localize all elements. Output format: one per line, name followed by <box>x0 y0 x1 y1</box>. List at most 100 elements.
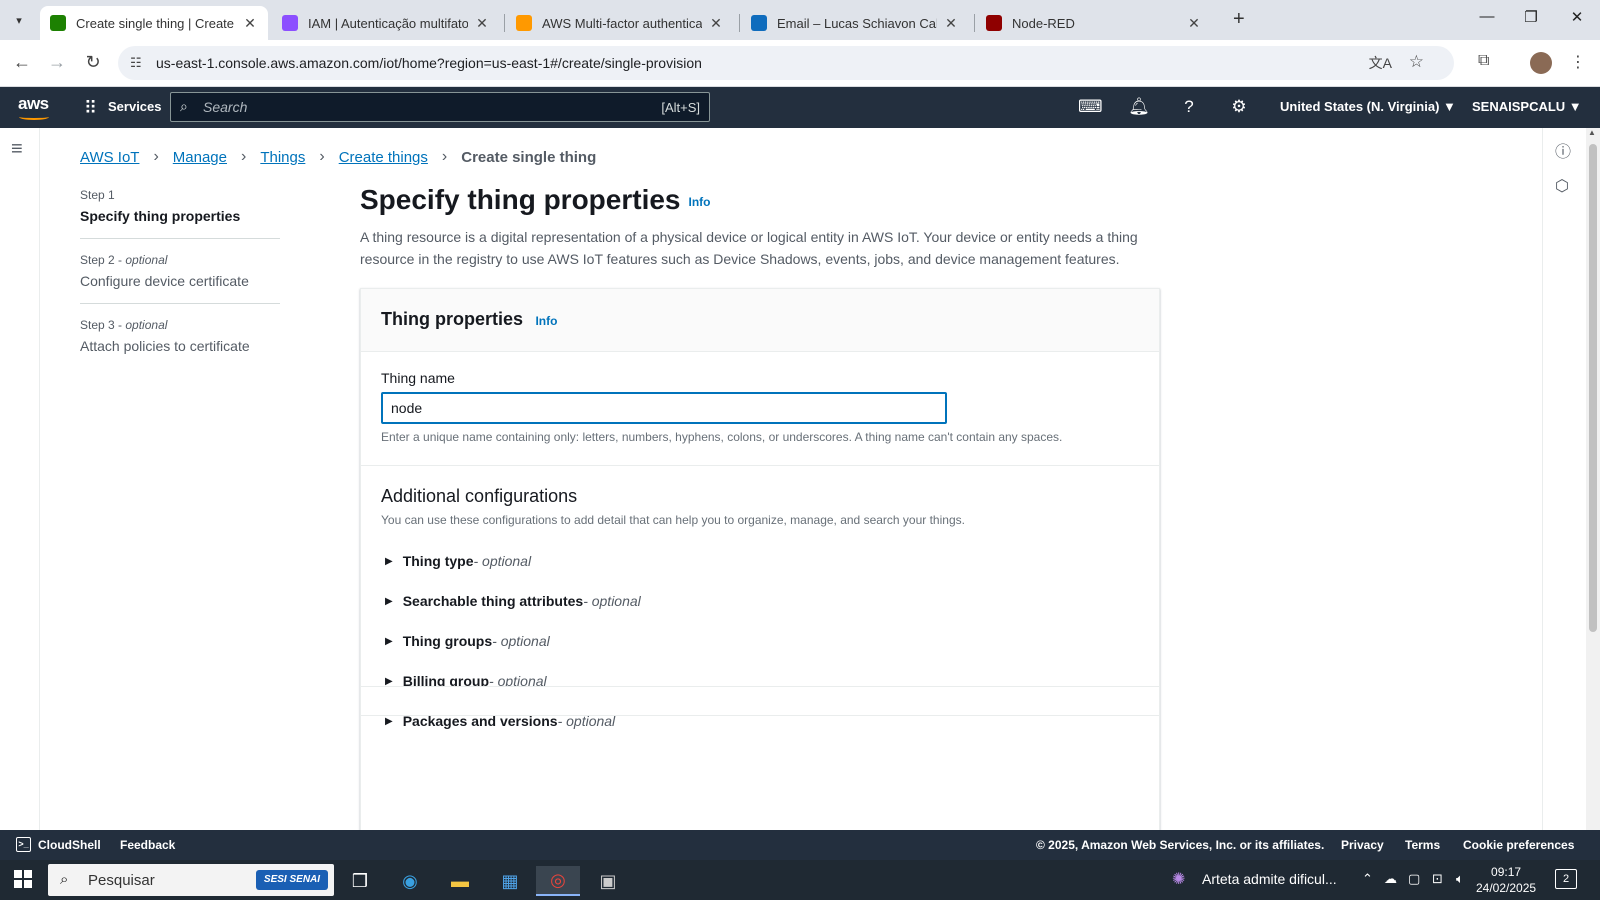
close-tab-icon[interactable]: ✕ <box>474 15 490 32</box>
info-panel-icon[interactable]: ⓘ <box>1555 138 1571 162</box>
optional-label: - optional <box>473 553 532 569</box>
aws-smile-icon <box>19 114 49 120</box>
clock-date: 24/02/2025 <box>1476 881 1537 895</box>
breadcrumb-things[interactable]: Things <box>260 149 305 166</box>
step-label: Attach policies to certificate <box>80 338 250 354</box>
caret-right-icon: ▶ <box>385 595 393 607</box>
thing-properties-card: Thing properties Info Thing name Enter a… <box>360 288 1160 900</box>
page-scrollbar[interactable]: ▲ <box>1586 128 1600 830</box>
account-menu[interactable]: SENAISPCALU ▼ <box>1472 99 1582 114</box>
url-text[interactable]: us-east-1.console.aws.amazon.com/iot/hom… <box>156 55 702 71</box>
cloudshell-icon[interactable]: >_ <box>16 837 31 852</box>
sesi-senai-badge: SESI SENAI <box>256 870 328 890</box>
chevron-up-icon[interactable]: ⌃ <box>1362 871 1373 887</box>
bookmark-star-icon[interactable]: ☆ <box>1409 52 1424 72</box>
aws-docs-favicon-icon <box>516 15 532 31</box>
tab-search-menu-icon[interactable]: ▾ <box>6 8 32 32</box>
breadcrumb: AWS IoT › Manage › Things › Create thing… <box>80 148 596 166</box>
info-link[interactable]: Info <box>689 195 711 209</box>
settings-gear-icon[interactable]: ⚙ <box>1228 97 1250 117</box>
chrome-icon[interactable]: ◎ <box>536 866 580 896</box>
expander-thing-groups[interactable]: ▶ Thing groups - optional <box>381 633 1139 649</box>
additional-config-subtext: You can use these configurations to add … <box>381 513 965 527</box>
step-label: Specify thing properties <box>80 208 241 224</box>
region-selector[interactable]: United States (N. Virginia) ▼ <box>1280 99 1456 114</box>
network-icon[interactable]: ⊡ <box>1432 871 1443 887</box>
omnibox[interactable]: ☷ us-east-1.console.aws.amazon.com/iot/h… <box>118 46 1454 80</box>
weather-news-icon[interactable]: ✺ <box>1172 869 1185 889</box>
wizard-step-2[interactable]: Step 2 - optional Configure device certi… <box>80 253 280 304</box>
search-input[interactable] <box>203 97 603 117</box>
translate-icon[interactable]: 文A <box>1369 53 1392 73</box>
profile-avatar[interactable] <box>1530 52 1552 74</box>
breadcrumb-aws-iot[interactable]: AWS IoT <box>80 149 139 166</box>
step-number: Step 2 - optional <box>80 253 168 267</box>
browser-tab-3[interactable]: Email – Lucas Schiavon Calu – C ✕ <box>741 6 969 40</box>
feedback-link[interactable]: Feedback <box>120 838 175 852</box>
wizard-steps: Step 1 Specify thing properties Step 2 -… <box>80 188 280 382</box>
cloudshell-icon[interactable]: ⌨ <box>1078 97 1103 117</box>
wizard-step-1[interactable]: Step 1 Specify thing properties <box>80 188 280 239</box>
restore-icon[interactable]: ❐ <box>1516 8 1546 26</box>
onedrive-icon[interactable]: ☁ <box>1384 871 1397 887</box>
aws-logo-text: aws <box>18 94 49 113</box>
aws-logo[interactable]: aws <box>18 94 49 120</box>
tab-separator <box>974 14 975 32</box>
task-view-icon[interactable]: ❒ <box>338 866 382 896</box>
tab-title: Create single thing | Create thin <box>76 15 236 31</box>
privacy-link[interactable]: Privacy <box>1341 838 1384 852</box>
terminal-icon[interactable]: ▣ <box>586 866 630 896</box>
taskbar-search-text: Pesquisar <box>88 872 155 889</box>
file-explorer-icon[interactable]: ▬ <box>438 866 482 896</box>
browser-tab-4[interactable]: Node-RED ✕ <box>976 6 1212 40</box>
breadcrumb-manage[interactable]: Manage <box>173 149 227 166</box>
windows-start-icon[interactable] <box>14 870 32 888</box>
notification-center-icon[interactable]: 2 <box>1555 869 1577 889</box>
info-link[interactable]: Info <box>535 314 557 328</box>
hamburger-menu-icon[interactable]: ≡ <box>11 138 23 161</box>
console-search[interactable]: ⌕ [Alt+S] <box>170 92 710 122</box>
forward-icon[interactable]: → <box>45 52 69 73</box>
tutorial-panel-icon[interactable]: ⬡ <box>1555 176 1569 196</box>
browser-tab-0[interactable]: Create single thing | Create thin ✕ <box>40 6 268 40</box>
expander-thing-type[interactable]: ▶ Thing type - optional <box>381 553 1139 569</box>
wizard-step-3[interactable]: Step 3 - optional Attach policies to cer… <box>80 318 280 368</box>
scrollbar-thumb[interactable] <box>1589 144 1597 632</box>
terms-link[interactable]: Terms <box>1405 838 1440 852</box>
close-tab-icon[interactable]: ✕ <box>242 15 258 32</box>
search-shortcut: [Alt+S] <box>661 100 700 115</box>
cloudshell-link[interactable]: CloudShell <box>38 838 101 852</box>
system-tray-app-icon[interactable]: ▢ <box>1408 871 1420 887</box>
reload-icon[interactable]: ↻ <box>81 52 105 73</box>
browser-tab-2[interactable]: AWS Multi-factor authenticatio ✕ <box>506 6 734 40</box>
browser-tab-1[interactable]: IAM | Autenticação multifator ✕ <box>272 6 500 40</box>
minimize-icon[interactable]: — <box>1472 8 1502 25</box>
taskbar-clock[interactable]: 09:17 24/02/2025 <box>1476 864 1536 896</box>
site-info-icon[interactable]: ☷ <box>130 55 142 71</box>
new-tab-icon[interactable]: + <box>1233 8 1245 31</box>
page-description: A thing resource is a digital representa… <box>360 229 1138 267</box>
close-tab-icon[interactable]: ✕ <box>943 15 959 32</box>
taskbar-search[interactable]: ⌕ Pesquisar SESI SENAI <box>48 864 334 896</box>
card-title: Thing properties <box>381 309 524 329</box>
thing-name-input[interactable] <box>381 392 947 424</box>
close-window-icon[interactable]: ✕ <box>1562 8 1592 26</box>
expander-searchable-attributes[interactable]: ▶ Searchable thing attributes - optional <box>381 593 1139 609</box>
close-tab-icon[interactable]: ✕ <box>1186 15 1202 32</box>
notifications-bell-icon[interactable]: 🔔︎ <box>1128 97 1150 117</box>
outlook-favicon-icon <box>751 15 767 31</box>
news-widget-text[interactable]: Arteta admite dificul... <box>1202 871 1337 887</box>
cookie-preferences-link[interactable]: Cookie preferences <box>1463 838 1574 852</box>
help-icon[interactable]: ? <box>1178 97 1200 117</box>
services-button[interactable]: Services <box>108 99 162 114</box>
breadcrumb-create-things[interactable]: Create things <box>339 149 428 166</box>
microsoft-store-icon[interactable]: ▦ <box>488 866 532 896</box>
scroll-up-icon[interactable]: ▲ <box>1588 128 1596 137</box>
extensions-icon[interactable]: ⧉ <box>1478 52 1489 70</box>
back-icon[interactable]: ← <box>10 52 34 73</box>
edge-browser-icon[interactable]: ◉ <box>388 866 432 896</box>
services-grid-icon[interactable]: ⠿ <box>84 98 97 119</box>
volume-muted-icon[interactable]: 🔈︎ <box>1456 871 1464 887</box>
close-tab-icon[interactable]: ✕ <box>708 15 724 32</box>
browser-menu-icon[interactable]: ⋮ <box>1570 52 1586 72</box>
